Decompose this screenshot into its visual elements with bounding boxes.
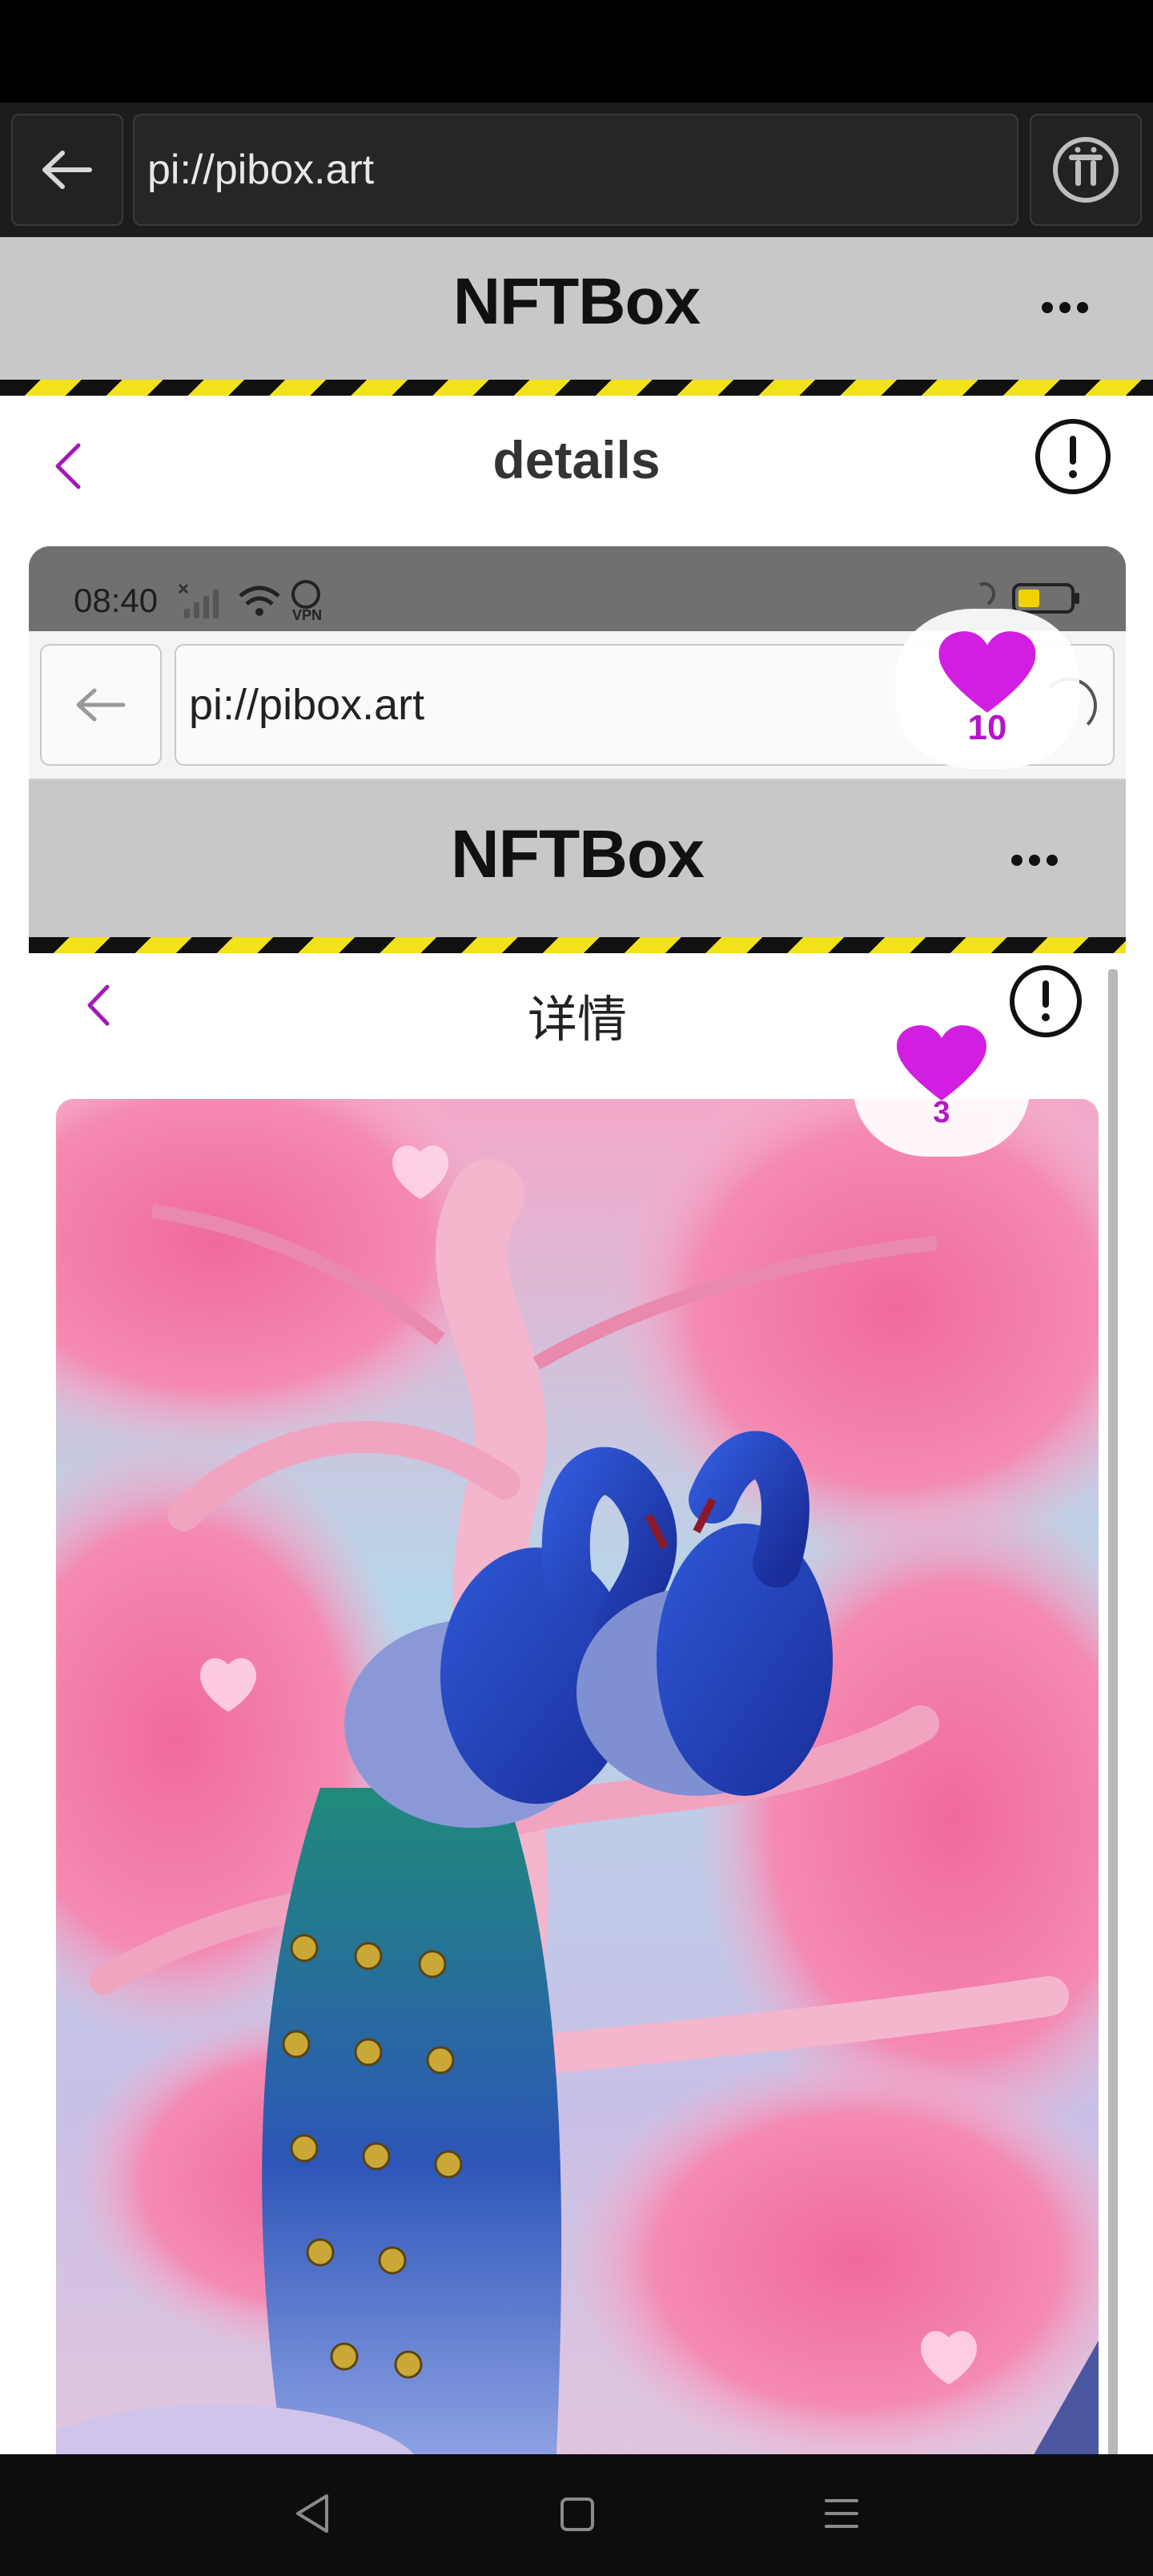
screenshot-scrollbar	[1108, 969, 1118, 2454]
screenshot-back-button	[40, 644, 162, 766]
more-dots-icon	[1011, 855, 1058, 866]
heart-icon	[897, 1024, 986, 1101]
like-button[interactable]: 10	[895, 609, 1079, 769]
browser-url-field[interactable]: pi://pibox.art	[133, 114, 1018, 226]
page-title: details	[492, 430, 661, 489]
svg-text:VPN: VPN	[292, 607, 322, 623]
screenshot-app-header: NFTBox	[29, 780, 1126, 937]
nav-menu-icon[interactable]	[822, 2491, 862, 2536]
like-bubble: 10	[895, 609, 1079, 769]
pi-browser-button[interactable]	[1030, 114, 1142, 226]
nav-home-square-icon[interactable]	[557, 2491, 597, 2536]
system-navigation-bar	[0, 2454, 1153, 2576]
back-arrow-icon	[76, 688, 126, 722]
app-title: NFTBox	[452, 265, 701, 338]
heart-icon	[938, 631, 1036, 713]
signal-wifi-vpn-icon: VPN	[178, 580, 322, 623]
screenshot-hazard-stripe	[29, 937, 1126, 953]
artwork-like-badge: 3	[854, 996, 1030, 1157]
back-arrow-icon	[42, 151, 92, 189]
screenshot-more-button	[1002, 836, 1067, 884]
more-button[interactable]	[1033, 284, 1097, 332]
pi-network-icon	[1053, 137, 1119, 203]
artwork-like-count: 3	[933, 1095, 950, 1129]
app-header: NFTBox	[0, 237, 1153, 380]
browser-url-text: pi://pibox.art	[147, 147, 375, 193]
screenshot-url-text: pi://pibox.art	[189, 681, 425, 729]
browser-toolbar: pi://pibox.art	[0, 103, 1153, 237]
browser-back-button[interactable]	[11, 114, 123, 226]
nav-back-triangle-icon[interactable]	[291, 2491, 331, 2536]
peacock-artwork	[56, 1099, 1099, 2454]
hazard-stripe	[0, 380, 1153, 396]
exclamation-circle-icon[interactable]	[1033, 417, 1113, 497]
screenshot-app-title: NFTBox	[451, 816, 705, 892]
screenshot-time: 08:40	[74, 582, 159, 619]
more-dots-icon	[1042, 302, 1088, 313]
system-status-bar	[0, 0, 1153, 103]
like-count: 10	[967, 708, 1007, 747]
screenshot-details-page: 详情 3	[29, 953, 1126, 2454]
artwork-like-bubble: 3	[854, 996, 1030, 1157]
nft-screenshot-image[interactable]: 08:40 VPN pi://pibox.art NFTBox 详情 3	[29, 546, 1126, 2454]
